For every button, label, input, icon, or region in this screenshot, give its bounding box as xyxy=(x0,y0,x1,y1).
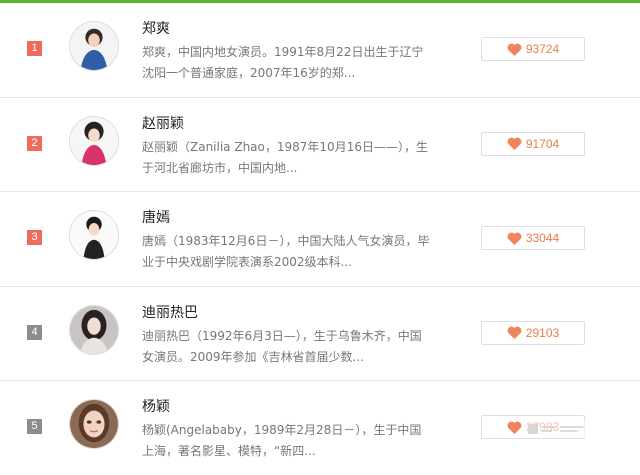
star-description: 赵丽颖（Zanilia Zhao，1987年10月16日——），生于河北省廊坊市… xyxy=(142,139,428,175)
heart-icon xyxy=(507,43,522,56)
like-button[interactable]: 29103 xyxy=(481,320,585,345)
star-name[interactable]: 迪丽热巴 xyxy=(142,302,198,322)
avatar[interactable] xyxy=(69,304,119,355)
rank-badge: 4 xyxy=(27,324,42,340)
avatar[interactable] xyxy=(69,399,119,449)
star-name[interactable]: 郑爽 xyxy=(142,18,170,38)
avatar[interactable] xyxy=(69,115,119,166)
heart-icon xyxy=(507,326,522,339)
star-name[interactable]: 赵丽颖 xyxy=(142,113,184,133)
star-ranking-list: 1 郑爽 郑爽，中国内地女演员。1991年8月22日出生于辽宁沈阳一个普通家庭，… xyxy=(0,3,640,475)
woman-avatar-icon xyxy=(70,211,118,259)
star-name[interactable]: 唐嫣 xyxy=(142,207,170,227)
list-item: 2 赵丽颖 赵丽颖（Zanilia Zhao，1987年10月16日——），生于… xyxy=(0,98,640,192)
heart-icon xyxy=(507,137,522,150)
like-button[interactable]: 91704 xyxy=(481,131,585,156)
star-description: 唐嫣（1983年12月6日－），中国大陆人气女演员，毕业于中央戏剧学院表演系20… xyxy=(142,234,430,269)
rank-badge: 5 xyxy=(27,419,42,434)
woman-avatar-icon xyxy=(70,22,118,70)
star-description: 杨颖(Angelababy，1989年2月28日－），生于中国上海，著名影星、模… xyxy=(142,423,422,458)
heart-icon xyxy=(507,232,522,245)
rank-badge: 2 xyxy=(27,135,42,151)
avatar[interactable] xyxy=(69,210,119,260)
star-description: 迪丽热巴（1992年6月3日—），生于乌鲁木齐，中国女演员。2009年参加《吉林… xyxy=(142,328,422,364)
rank-badge: 3 xyxy=(27,230,42,245)
woman-avatar-icon xyxy=(70,305,118,354)
like-count: 91704 xyxy=(525,136,560,151)
list-item: 3 唐嫣 唐嫣（1983年12月6日－），中国大陆人气女演员，毕业于中央戏剧学院… xyxy=(0,192,640,287)
list-item: 4 迪丽热巴 迪丽热巴（1992年6月3日—），生于乌鲁木齐，中国女演员。200… xyxy=(0,287,640,381)
star-name[interactable]: 杨颖 xyxy=(142,396,170,416)
woman-avatar-icon xyxy=(70,400,118,448)
woman-avatar-icon xyxy=(70,116,118,165)
watermark-logo-icon xyxy=(524,420,588,438)
avatar[interactable] xyxy=(69,21,119,71)
like-count: 29103 xyxy=(525,325,560,340)
heart-icon xyxy=(507,421,522,434)
like-count: 93724 xyxy=(525,42,560,56)
rank-badge: 1 xyxy=(27,41,42,56)
list-item: 1 郑爽 郑爽，中国内地女演员。1991年8月22日出生于辽宁沈阳一个普通家庭，… xyxy=(0,3,640,98)
like-count: 33044 xyxy=(525,231,560,245)
watermark-logo xyxy=(524,418,588,440)
star-description: 郑爽，中国内地女演员。1991年8月22日出生于辽宁沈阳一个普通家庭，2007年… xyxy=(142,45,424,80)
like-button[interactable]: 33044 xyxy=(481,226,585,250)
like-button[interactable]: 93724 xyxy=(481,37,585,61)
